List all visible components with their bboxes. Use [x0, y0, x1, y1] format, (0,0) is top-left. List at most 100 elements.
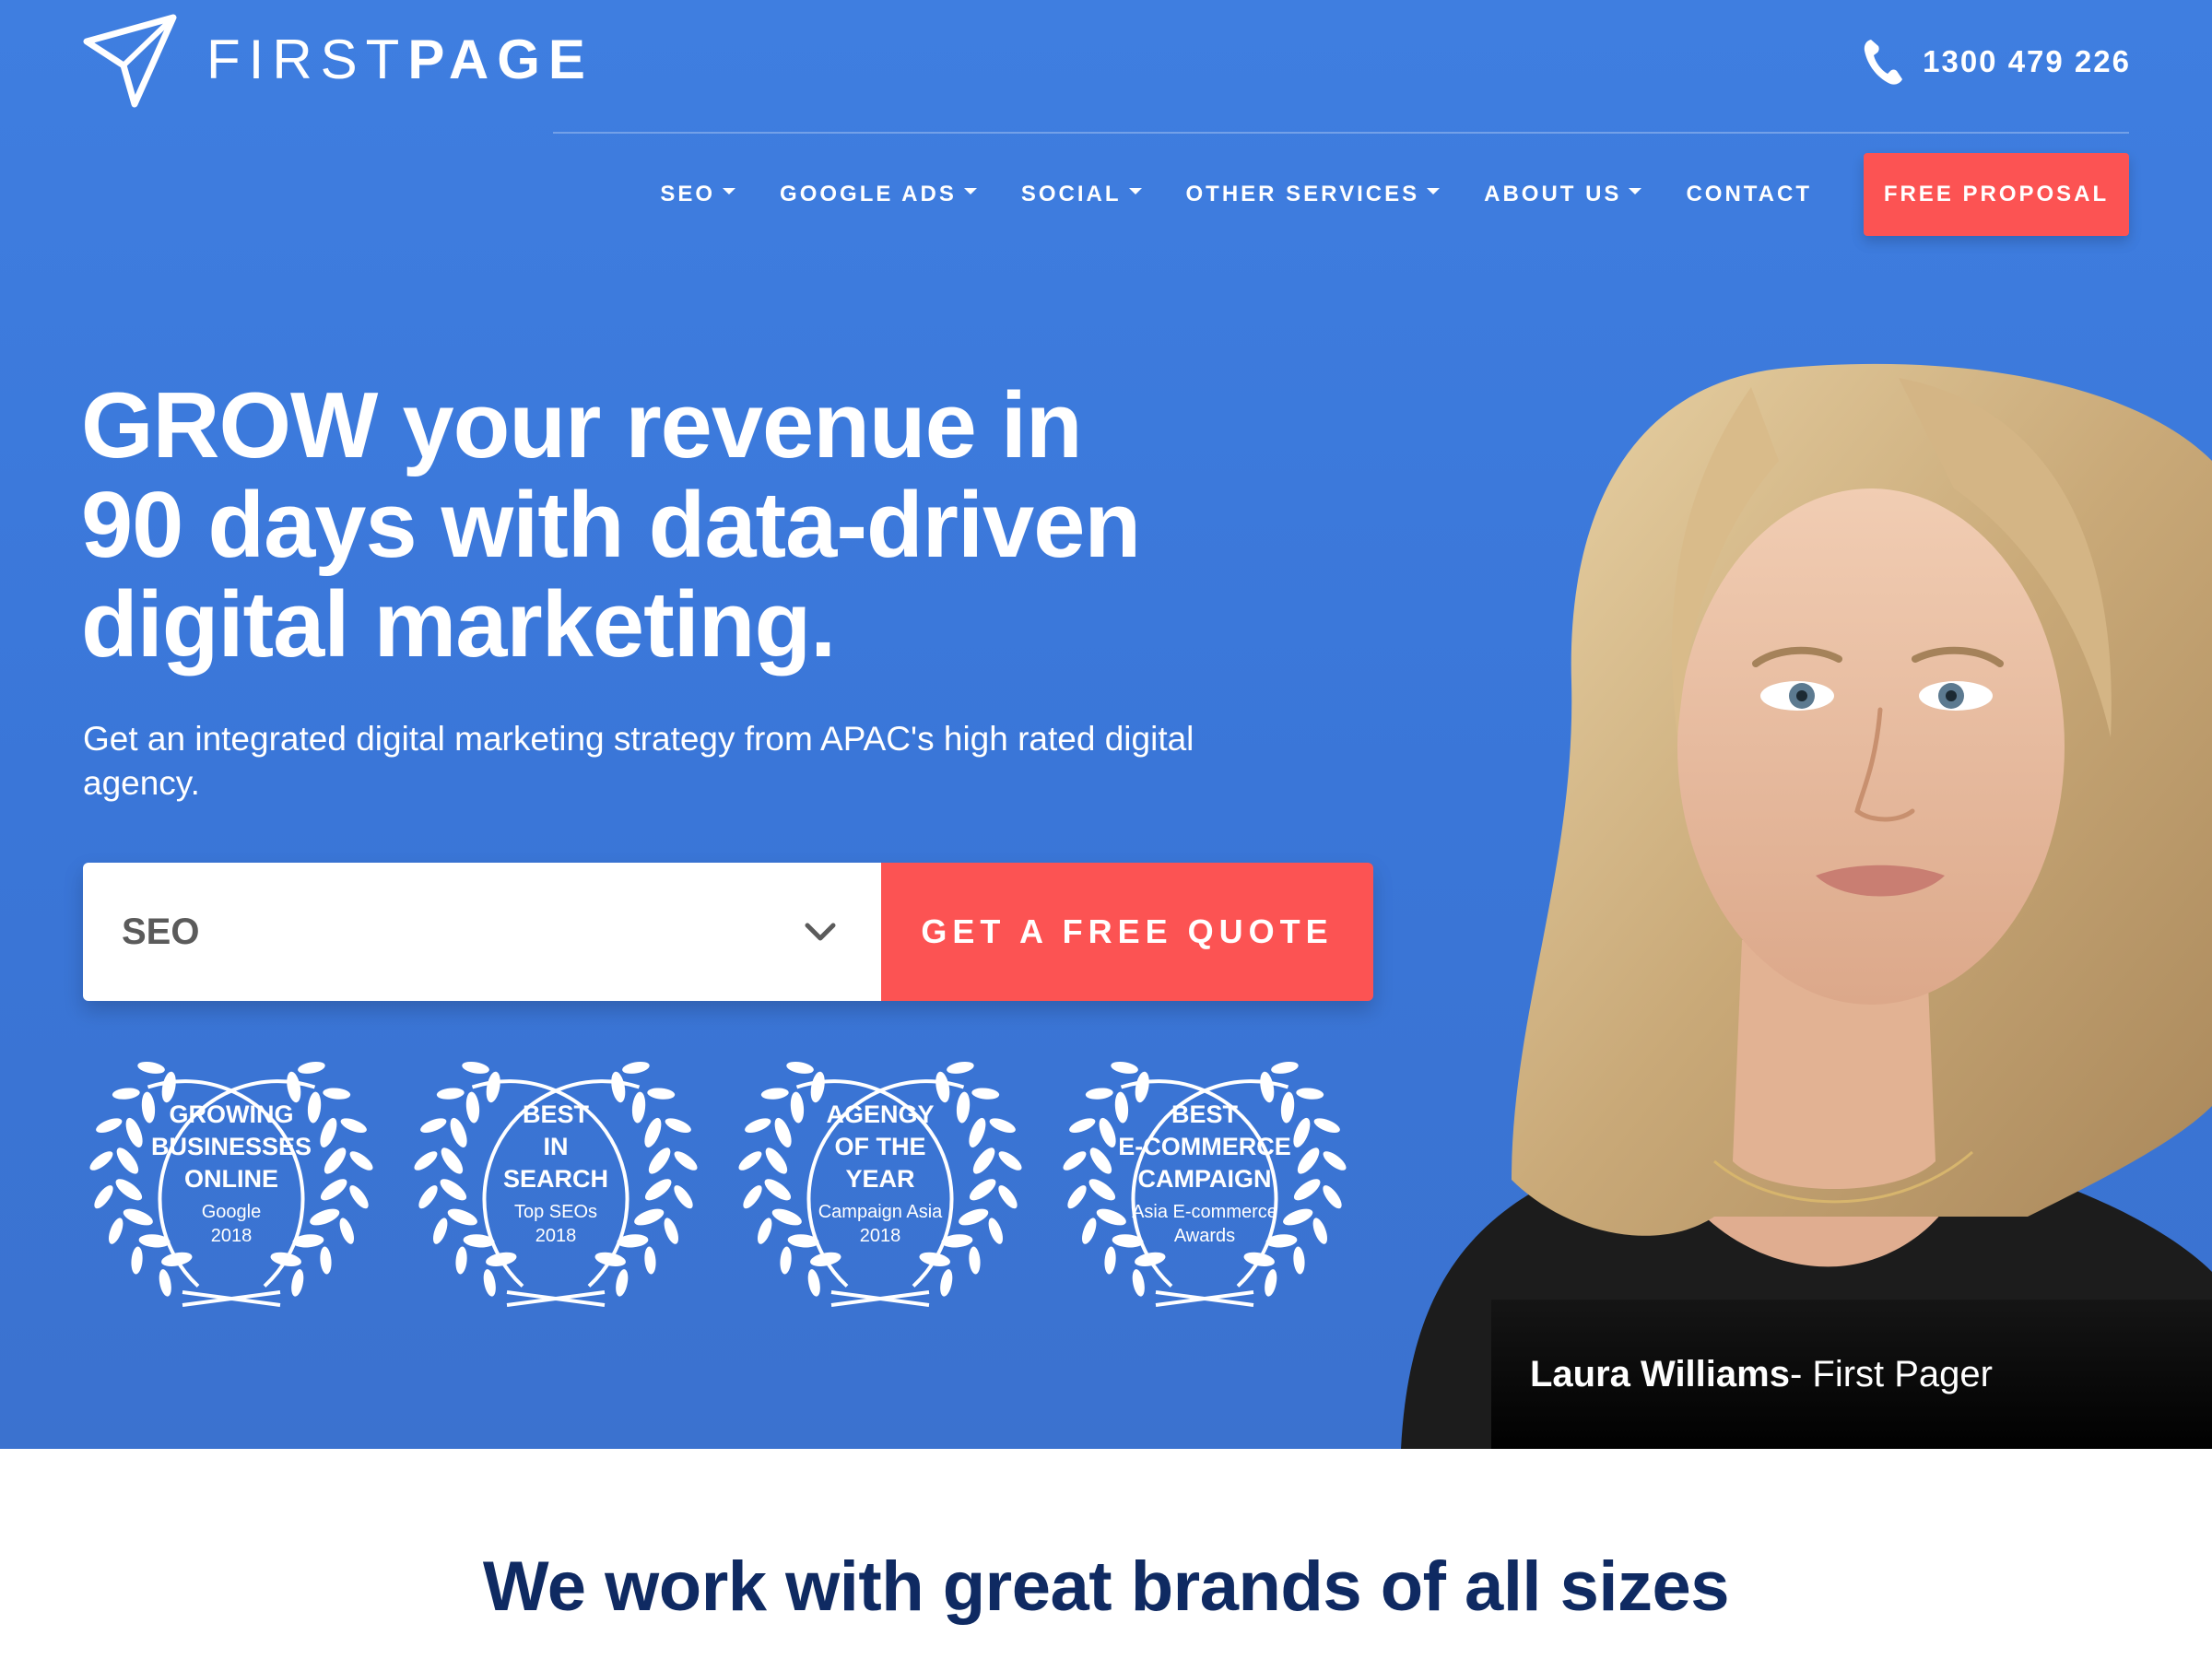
- nav-item-label: OTHER SERVICES: [1185, 182, 1420, 206]
- laurel-leaf: [1135, 1252, 1166, 1266]
- caret-down-icon: [723, 187, 736, 194]
- award-badge: AGENGY OF THE YEAR Campaign Asia 2018: [730, 1051, 1030, 1309]
- laurel-leaf: [349, 1185, 369, 1209]
- phone-link[interactable]: 1300 479 226: [1862, 37, 2131, 87]
- nav-item-label: ABOUT US: [1484, 182, 1622, 206]
- nav-item-label: SEO: [660, 182, 716, 206]
- award-source-line: 2018: [535, 1226, 577, 1246]
- laurel-leaf: [1104, 1246, 1116, 1275]
- laurel-leaf: [94, 1185, 113, 1209]
- headline-line: GROW your revenue in: [81, 374, 1083, 477]
- free-proposal-button[interactable]: FREE PROPOSAL: [1864, 153, 2129, 236]
- laurel-leaf: [1067, 1185, 1087, 1209]
- header-divider: [553, 132, 2129, 134]
- laurel-leaf: [159, 1269, 171, 1297]
- laurel-leaf: [1323, 1185, 1342, 1209]
- award-title-line: AGENGY: [826, 1100, 935, 1128]
- award-title-line: IN: [543, 1133, 569, 1160]
- logo-wordmark: FIRSTPAGE: [206, 32, 594, 88]
- caret-down-icon: [1427, 187, 1441, 194]
- award-title-line: YEAR: [845, 1165, 915, 1193]
- laurel-leaf: [998, 1151, 1022, 1171]
- nav-item-label: SOCIAL: [1020, 182, 1122, 206]
- laurel-leaf: [462, 1061, 489, 1074]
- award-badge: BEST E-COMMERCE CAMPAIGN Asia E-commerce…: [1054, 1051, 1355, 1309]
- award-title-line: GROWING: [169, 1100, 294, 1128]
- award-source: Asia E-commerce Awards: [1091, 1200, 1318, 1248]
- hero-headline: GROW your revenue in 90 days with data-d…: [81, 376, 1279, 675]
- laurel-leaf: [1271, 1061, 1299, 1074]
- service-select[interactable]: SEO: [83, 863, 881, 1001]
- laurel-leaf: [161, 1252, 193, 1266]
- laurel-leaf: [320, 1246, 332, 1275]
- laurel-leaf: [1063, 1151, 1087, 1171]
- headline-line: digital marketing.: [81, 573, 836, 677]
- caret-down-icon: [1629, 187, 1642, 194]
- laurel-leaf: [738, 1151, 762, 1171]
- caret-down-icon: [1128, 187, 1142, 194]
- laurel-leaf: [483, 1269, 496, 1297]
- nav-item-google-ads[interactable]: GOOGLE ADS: [780, 182, 977, 207]
- award-title-line: E-COMMERCE: [1118, 1133, 1291, 1160]
- award-source-line: Campaign Asia: [818, 1202, 943, 1222]
- award-title-line: SEARCH: [502, 1165, 608, 1193]
- laurel-leaf: [780, 1246, 792, 1275]
- laurel-ribbon: [1155, 1290, 1254, 1307]
- caret-down-icon: [963, 187, 977, 194]
- nav-item-seo[interactable]: SEO: [660, 182, 736, 207]
- logo-wordmark-bold: PAGE: [407, 29, 594, 90]
- laurel-leaf: [743, 1185, 762, 1209]
- award-badge: GROWING BUSINESSES ONLINE Google 2018: [81, 1051, 382, 1309]
- laurel-leaf: [622, 1061, 650, 1074]
- nav-item-contact[interactable]: CONTACT: [1686, 182, 1812, 207]
- quote-form: SEO GET A FREE QUOTE: [83, 863, 1373, 1001]
- hero-subheading: Get an integrated digital marketing stra…: [83, 720, 1194, 802]
- award-source-line: 2018: [210, 1226, 253, 1246]
- laurel-leaf: [486, 1252, 517, 1266]
- get-free-quote-button[interactable]: GET A FREE QUOTE: [881, 863, 1373, 1001]
- laurel-leaf: [807, 1269, 820, 1297]
- award-title: BEST E-COMMERCE CAMPAIGN: [1091, 1099, 1318, 1195]
- laurel-leaf: [131, 1246, 143, 1275]
- nav-item-about-us[interactable]: ABOUT US: [1484, 182, 1642, 207]
- award-source-line: Asia E-commerce: [1132, 1202, 1277, 1222]
- laurel-leaf: [674, 1151, 698, 1171]
- team-member-caption: Laura Williams - First Pager: [1491, 1300, 2212, 1449]
- laurel-leaf: [1132, 1269, 1145, 1297]
- laurel-leaf: [418, 1185, 438, 1209]
- award-source: Top SEOs 2018: [442, 1200, 669, 1248]
- headline-line: 90 days with data-driven: [81, 474, 1141, 577]
- team-member-name: Laura Williams: [1530, 1353, 1790, 1394]
- phone-number: 1300 479 226: [1923, 44, 2131, 78]
- nav-item-other-services[interactable]: OTHER SERVICES: [1186, 182, 1441, 207]
- main-nav: SEO GOOGLE ADS SOCIAL OTHER SERVICES ABO…: [616, 153, 2129, 236]
- laurel-leaf: [1323, 1151, 1347, 1171]
- laurel-ribbon: [506, 1290, 606, 1307]
- award-title-line: CAMPAIGN: [1137, 1165, 1272, 1193]
- nav-item-label: GOOGLE ADS: [780, 182, 957, 206]
- chevron-down-icon: [805, 923, 836, 941]
- nav-item-social[interactable]: SOCIAL: [1021, 182, 1142, 207]
- award-source-line: 2018: [859, 1226, 901, 1246]
- laurel-leaf: [291, 1269, 304, 1297]
- team-member-role: - First Pager: [1789, 1353, 1993, 1394]
- award-title-line: ONLINE: [183, 1165, 278, 1193]
- laurel-leaf: [298, 1061, 325, 1074]
- award-source-line: Top SEOs: [513, 1202, 598, 1222]
- brands-section-title: We work with great brands of all sizes: [482, 1547, 1730, 1626]
- team-member-photo: [1401, 363, 2212, 1449]
- laurel-leaf: [940, 1269, 953, 1297]
- logo[interactable]: FIRSTPAGE: [81, 9, 594, 111]
- service-select-value: SEO: [122, 911, 200, 952]
- phone-icon: [1864, 40, 1903, 85]
- laurel-leaf: [1265, 1269, 1277, 1297]
- laurel-leaf: [969, 1246, 981, 1275]
- laurel-leaf: [1293, 1246, 1305, 1275]
- logo-wordmark-light: FIRST: [206, 29, 408, 90]
- laurel-leaf: [786, 1061, 814, 1074]
- nav-item-label: CONTACT: [1686, 182, 1812, 206]
- award-title-line: BEST: [522, 1100, 589, 1128]
- award-source-line: Google: [201, 1202, 262, 1222]
- award-source: Google 2018: [118, 1200, 345, 1248]
- laurel-ribbon: [182, 1290, 281, 1307]
